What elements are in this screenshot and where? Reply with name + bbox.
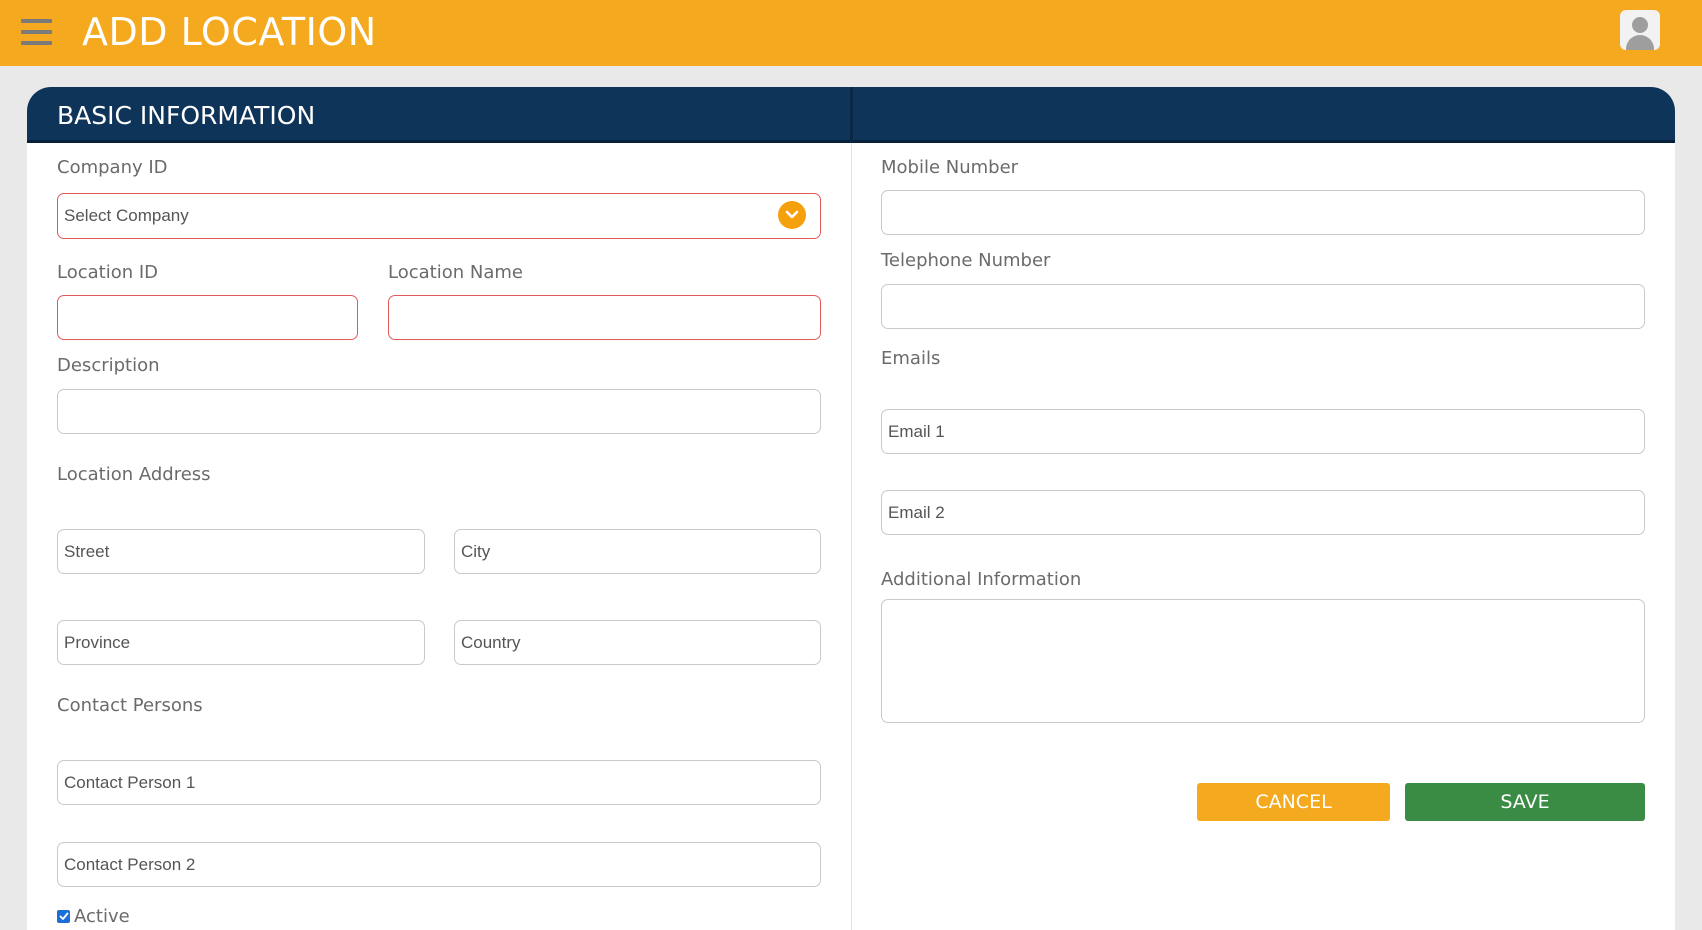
city-input[interactable]: City bbox=[454, 529, 821, 574]
email-2-input[interactable]: Email 2 bbox=[881, 490, 1645, 535]
top-app-bar: ADD LOCATION bbox=[0, 0, 1702, 66]
contact-person-2-input[interactable]: Contact Person 2 bbox=[57, 842, 821, 887]
active-checkbox[interactable] bbox=[57, 910, 70, 923]
user-avatar-icon[interactable] bbox=[1620, 10, 1660, 50]
company-select-value: Select Company bbox=[64, 206, 189, 225]
hamburger-menu-icon[interactable] bbox=[21, 19, 52, 45]
section-header: BASIC INFORMATION bbox=[27, 87, 1675, 143]
location-name-input[interactable] bbox=[388, 295, 821, 340]
active-label: Active bbox=[74, 906, 130, 927]
emails-label: Emails bbox=[881, 348, 941, 369]
location-form-card: BASIC INFORMATION Company ID Select Comp… bbox=[27, 87, 1675, 930]
contact-person-1-input[interactable]: Contact Person 1 bbox=[57, 760, 821, 805]
mobile-number-input[interactable] bbox=[881, 190, 1645, 235]
additional-information-label: Additional Information bbox=[881, 569, 1082, 590]
description-input[interactable] bbox=[57, 389, 821, 434]
chevron-down-icon[interactable] bbox=[778, 201, 806, 229]
column-divider bbox=[851, 143, 852, 930]
additional-information-textarea[interactable] bbox=[881, 599, 1645, 723]
telephone-number-label: Telephone Number bbox=[881, 250, 1051, 271]
location-name-label: Location Name bbox=[388, 262, 523, 283]
location-address-label: Location Address bbox=[57, 464, 211, 485]
province-input[interactable]: Province bbox=[57, 620, 425, 665]
street-input[interactable]: Street bbox=[57, 529, 425, 574]
contact-persons-label: Contact Persons bbox=[57, 695, 203, 716]
cancel-button[interactable]: CANCEL bbox=[1197, 783, 1390, 821]
save-button[interactable]: SAVE bbox=[1405, 783, 1645, 821]
company-select[interactable]: Select Company bbox=[57, 193, 821, 239]
location-id-input[interactable] bbox=[57, 295, 358, 340]
country-input[interactable]: Country bbox=[454, 620, 821, 665]
location-id-label: Location ID bbox=[57, 262, 159, 283]
description-label: Description bbox=[57, 355, 160, 376]
mobile-number-label: Mobile Number bbox=[881, 157, 1019, 178]
telephone-number-input[interactable] bbox=[881, 284, 1645, 329]
section-title: BASIC INFORMATION bbox=[57, 101, 316, 130]
email-1-input[interactable]: Email 1 bbox=[881, 409, 1645, 454]
company-id-label: Company ID bbox=[57, 157, 168, 178]
page-title: ADD LOCATION bbox=[82, 10, 377, 54]
